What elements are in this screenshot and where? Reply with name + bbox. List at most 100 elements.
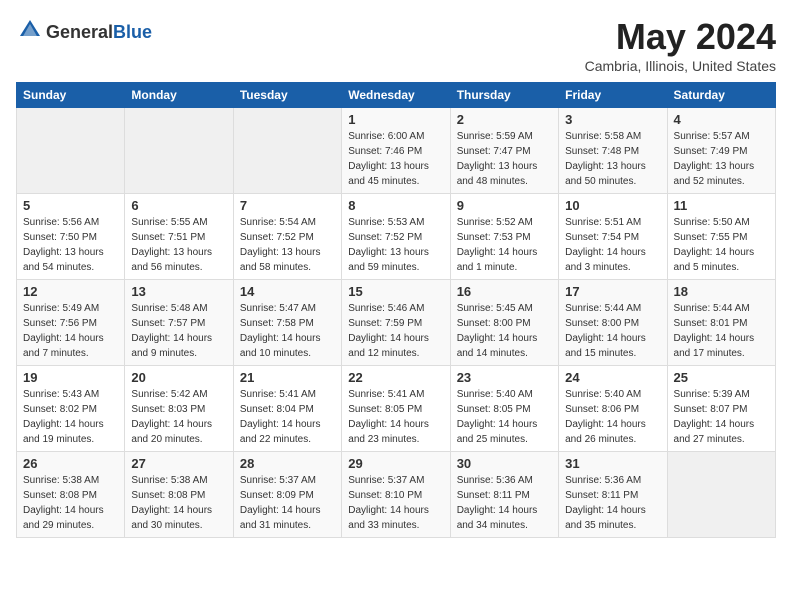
logo-general-text: General [46,22,113,42]
day-info: Sunrise: 5:56 AMSunset: 7:50 PMDaylight:… [23,215,118,275]
day-info: Sunrise: 5:43 AMSunset: 8:02 PMDaylight:… [23,387,118,447]
day-info: Sunrise: 5:49 AMSunset: 7:56 PMDaylight:… [23,301,118,361]
day-number: 2 [457,112,552,127]
calendar-cell: 17 Sunrise: 5:44 AMSunset: 8:00 PMDayligh… [559,280,667,366]
day-number: 13 [131,284,226,299]
day-info: Sunrise: 5:47 AMSunset: 7:58 PMDaylight:… [240,301,335,361]
day-number: 20 [131,370,226,385]
day-number: 23 [457,370,552,385]
day-info: Sunrise: 5:48 AMSunset: 7:57 PMDaylight:… [131,301,226,361]
day-info: Sunrise: 5:41 AMSunset: 8:04 PMDaylight:… [240,387,335,447]
day-number: 8 [348,198,443,213]
day-info: Sunrise: 5:57 AMSunset: 7:49 PMDaylight:… [674,129,769,189]
calendar-cell: 15 Sunrise: 5:46 AMSunset: 7:59 PMDayligh… [342,280,450,366]
day-number: 7 [240,198,335,213]
day-info: Sunrise: 5:44 AMSunset: 8:01 PMDaylight:… [674,301,769,361]
calendar-cell: 27Sunrise: 5:38 AMSunset: 8:08 PMDayligh… [125,452,233,538]
calendar-cell: 25Sunrise: 5:39 AMSunset: 8:07 PMDayligh… [667,366,775,452]
calendar-cell: 3 Sunrise: 5:58 AMSunset: 7:48 PMDaylight… [559,108,667,194]
day-info: Sunrise: 5:45 AMSunset: 8:00 PMDaylight:… [457,301,552,361]
day-info: Sunrise: 5:58 AMSunset: 7:48 PMDaylight:… [565,129,660,189]
calendar-cell: 13 Sunrise: 5:48 AMSunset: 7:57 PMDayligh… [125,280,233,366]
day-number: 21 [240,370,335,385]
calendar-cell: 24 Sunrise: 5:40 AMSunset: 8:06 PMDayligh… [559,366,667,452]
header-thursday: Thursday [450,83,558,108]
day-number: 30 [457,456,552,471]
day-number: 31 [565,456,660,471]
calendar-cell: 5Sunrise: 5:56 AMSunset: 7:50 PMDaylight… [17,194,125,280]
calendar-cell: 1Sunrise: 6:00 AMSunset: 7:46 PMDaylight… [342,108,450,194]
calendar-table: Sunday Monday Tuesday Wednesday Thursday… [16,82,776,538]
day-number: 4 [674,112,769,127]
day-info: Sunrise: 5:36 AMSunset: 8:11 PMDaylight:… [457,473,552,533]
calendar-week-row: 1Sunrise: 6:00 AMSunset: 7:46 PMDaylight… [17,108,776,194]
day-info: Sunrise: 5:51 AMSunset: 7:54 PMDaylight:… [565,215,660,275]
day-info: Sunrise: 5:39 AMSunset: 8:07 PMDaylight:… [674,387,769,447]
title-area: May 2024 Cambria, Illinois, United State… [585,16,776,74]
calendar-cell: 31 Sunrise: 5:36 AMSunset: 8:11 PMDayligh… [559,452,667,538]
day-info: Sunrise: 5:37 AMSunset: 8:09 PMDaylight:… [240,473,335,533]
day-info: Sunrise: 6:00 AMSunset: 7:46 PMDaylight:… [348,129,443,189]
day-number: 18 [674,284,769,299]
day-number: 27 [131,456,226,471]
day-info: Sunrise: 5:40 AMSunset: 8:06 PMDaylight:… [565,387,660,447]
calendar-week-row: 12 Sunrise: 5:49 AMSunset: 7:56 PMDayligh… [17,280,776,366]
calendar-cell: 26 Sunrise: 5:38 AMSunset: 8:08 PMDayligh… [17,452,125,538]
day-info: Sunrise: 5:52 AMSunset: 7:53 PMDaylight:… [457,215,552,275]
logo: GeneralBlue [16,16,152,49]
day-number: 10 [565,198,660,213]
day-number: 3 [565,112,660,127]
day-info: Sunrise: 5:37 AMSunset: 8:10 PMDaylight:… [348,473,443,533]
calendar-cell: 2 Sunrise: 5:59 AMSunset: 7:47 PMDaylight… [450,108,558,194]
calendar-cell: 19Sunrise: 5:43 AMSunset: 8:02 PMDayligh… [17,366,125,452]
calendar-cell: 16 Sunrise: 5:45 AMSunset: 8:00 PMDayligh… [450,280,558,366]
day-number: 24 [565,370,660,385]
day-info: Sunrise: 5:55 AMSunset: 7:51 PMDaylight:… [131,215,226,275]
location-text: Cambria, Illinois, United States [585,58,776,74]
day-number: 26 [23,456,118,471]
calendar-week-row: 19Sunrise: 5:43 AMSunset: 8:02 PMDayligh… [17,366,776,452]
calendar-cell: 14 Sunrise: 5:47 AMSunset: 7:58 PMDayligh… [233,280,341,366]
day-number: 9 [457,198,552,213]
day-info: Sunrise: 5:38 AMSunset: 8:08 PMDaylight:… [23,473,118,533]
calendar-cell: 12 Sunrise: 5:49 AMSunset: 7:56 PMDayligh… [17,280,125,366]
day-number: 28 [240,456,335,471]
day-info: Sunrise: 5:59 AMSunset: 7:47 PMDaylight:… [457,129,552,189]
calendar-cell: 21 Sunrise: 5:41 AMSunset: 8:04 PMDayligh… [233,366,341,452]
calendar-cell: 11 Sunrise: 5:50 AMSunset: 7:55 PMDayligh… [667,194,775,280]
day-info: Sunrise: 5:46 AMSunset: 7:59 PMDaylight:… [348,301,443,361]
day-number: 14 [240,284,335,299]
month-title: May 2024 [585,16,776,58]
header-tuesday: Tuesday [233,83,341,108]
calendar-cell: 10 Sunrise: 5:51 AMSunset: 7:54 PMDayligh… [559,194,667,280]
calendar-cell [233,108,341,194]
day-number: 17 [565,284,660,299]
calendar-cell: 22Sunrise: 5:41 AMSunset: 8:05 PMDayligh… [342,366,450,452]
calendar-cell: 4 Sunrise: 5:57 AMSunset: 7:49 PMDaylight… [667,108,775,194]
day-number: 16 [457,284,552,299]
calendar-cell: 30 Sunrise: 5:36 AMSunset: 8:11 PMDayligh… [450,452,558,538]
day-info: Sunrise: 5:40 AMSunset: 8:05 PMDaylight:… [457,387,552,447]
header-saturday: Saturday [667,83,775,108]
calendar-cell: 18 Sunrise: 5:44 AMSunset: 8:01 PMDayligh… [667,280,775,366]
calendar-week-row: 5Sunrise: 5:56 AMSunset: 7:50 PMDaylight… [17,194,776,280]
day-info: Sunrise: 5:44 AMSunset: 8:00 PMDaylight:… [565,301,660,361]
logo-svg-icon [16,16,44,49]
day-number: 12 [23,284,118,299]
calendar-cell: 29 Sunrise: 5:37 AMSunset: 8:10 PMDayligh… [342,452,450,538]
day-number: 15 [348,284,443,299]
calendar-cell: 20 Sunrise: 5:42 AMSunset: 8:03 PMDayligh… [125,366,233,452]
day-info: Sunrise: 5:53 AMSunset: 7:52 PMDaylight:… [348,215,443,275]
day-number: 29 [348,456,443,471]
day-info: Sunrise: 5:50 AMSunset: 7:55 PMDaylight:… [674,215,769,275]
calendar-cell: 8 Sunrise: 5:53 AMSunset: 7:52 PMDaylight… [342,194,450,280]
day-number: 11 [674,198,769,213]
calendar-cell: 7Sunrise: 5:54 AMSunset: 7:52 PMDaylight… [233,194,341,280]
day-number: 22 [348,370,443,385]
calendar-week-row: 26 Sunrise: 5:38 AMSunset: 8:08 PMDayligh… [17,452,776,538]
day-info: Sunrise: 5:42 AMSunset: 8:03 PMDaylight:… [131,387,226,447]
page-header: GeneralBlue May 2024 Cambria, Illinois, … [16,16,776,74]
logo-blue-text: Blue [113,22,152,42]
calendar-cell: 23 Sunrise: 5:40 AMSunset: 8:05 PMDayligh… [450,366,558,452]
day-info: Sunrise: 5:36 AMSunset: 8:11 PMDaylight:… [565,473,660,533]
